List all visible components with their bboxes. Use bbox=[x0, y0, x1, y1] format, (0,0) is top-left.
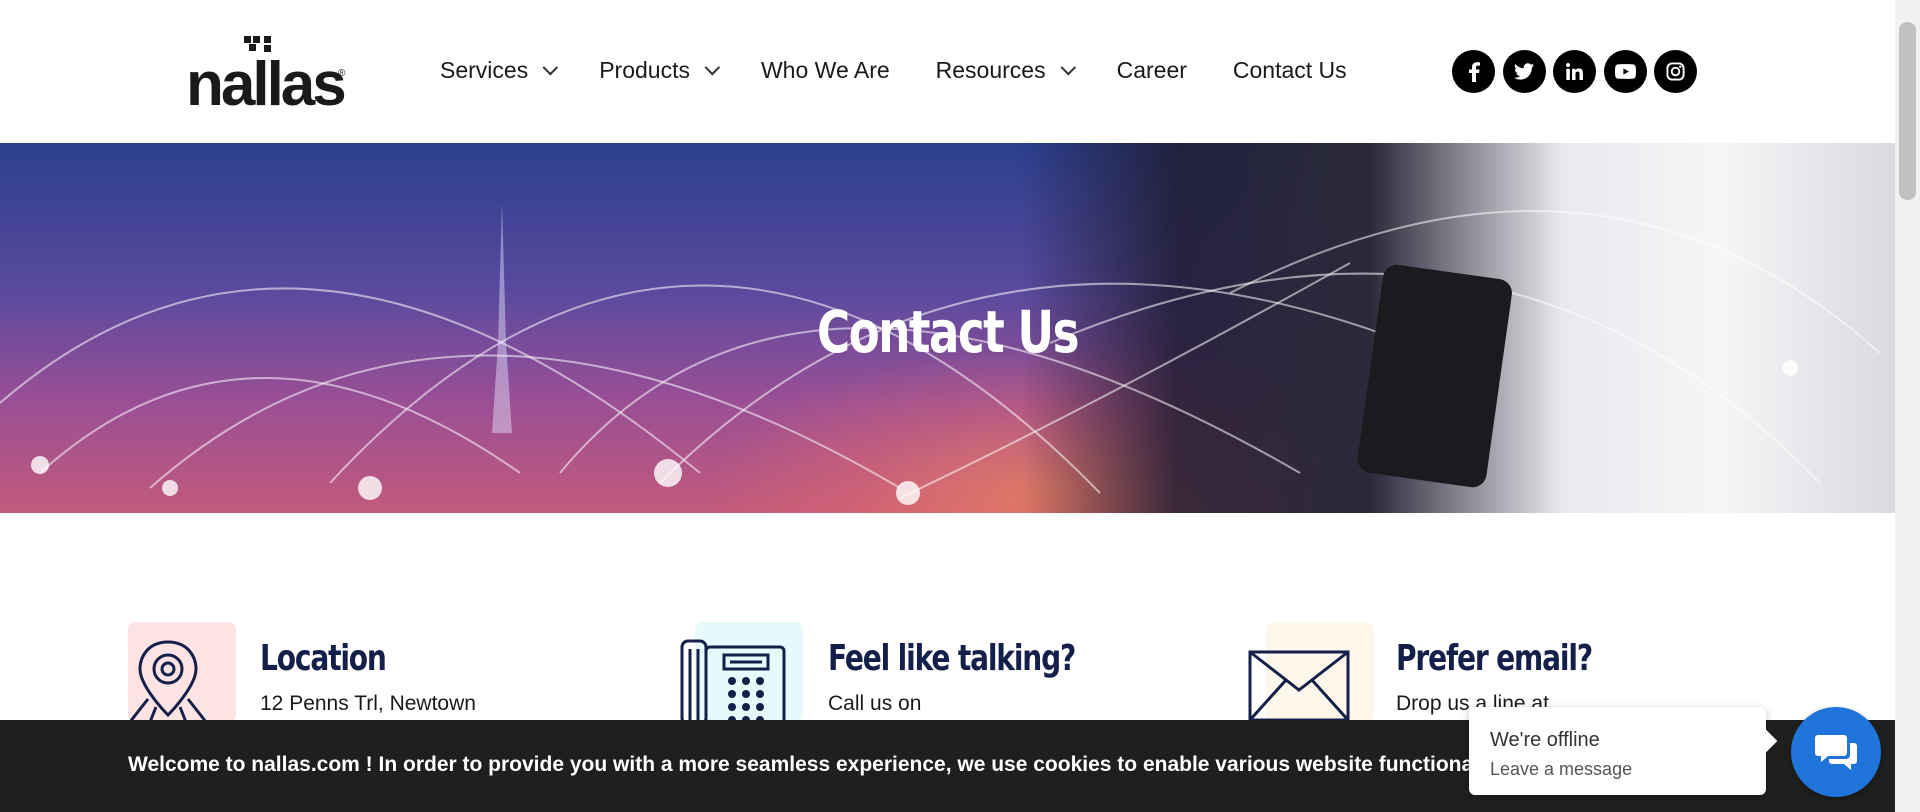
youtube-icon[interactable] bbox=[1603, 50, 1647, 93]
social-links bbox=[1452, 50, 1705, 93]
nav-label: Contact Us bbox=[1232, 57, 1347, 83]
nav-item-career[interactable]: Career bbox=[1117, 57, 1187, 84]
nav-item-products[interactable]: Products bbox=[599, 57, 721, 84]
scrollbar-thumb[interactable] bbox=[1899, 22, 1916, 200]
card-title: Feel like talking? bbox=[828, 638, 1076, 679]
hero-banner: Contact Us bbox=[0, 143, 1895, 513]
registered-mark: ® bbox=[338, 68, 346, 79]
site-header: nallas ® Services Products Who We Are Re… bbox=[0, 0, 1895, 143]
nav-label: Who We Are bbox=[760, 57, 890, 83]
nav-item-services[interactable]: Services bbox=[440, 57, 559, 84]
envelope-icon bbox=[1248, 650, 1350, 722]
instagram-icon[interactable] bbox=[1654, 50, 1697, 93]
twitter-icon[interactable] bbox=[1502, 50, 1546, 93]
contact-card-location: Location 12 Penns Trl, Newtown bbox=[124, 622, 546, 727]
chevron-down-icon bbox=[542, 59, 559, 76]
telephone-icon bbox=[680, 639, 786, 724]
card-title: Prefer email? bbox=[1396, 638, 1593, 679]
card-text: Call us on bbox=[828, 692, 922, 715]
page-title: Contact Us bbox=[817, 298, 1079, 366]
chat-status: We're offline bbox=[1490, 729, 1600, 751]
nav-item-resources[interactable]: Resources bbox=[935, 57, 1076, 84]
chat-bubbles-icon bbox=[1815, 735, 1857, 770]
logo-wordmark: nallas bbox=[186, 50, 347, 119]
nav-label: Products bbox=[599, 57, 690, 83]
card-text: 12 Penns Trl, Newtown bbox=[260, 692, 476, 715]
nav-item-who-we-are[interactable]: Who We Are bbox=[761, 57, 890, 84]
chat-launcher-button[interactable] bbox=[1791, 707, 1881, 797]
linkedin-icon[interactable] bbox=[1553, 50, 1596, 93]
cookie-message: Welcome to nallas.com ! In order to prov… bbox=[128, 753, 1508, 776]
nav-label: Career bbox=[1116, 57, 1187, 83]
card-title: Location bbox=[260, 638, 387, 679]
chat-offline-bubble[interactable]: We're offline Leave a message bbox=[1469, 707, 1766, 795]
chevron-down-icon bbox=[704, 59, 721, 76]
contact-card-phone: Feel like talking? Call us on bbox=[680, 622, 1100, 724]
cookie-message-line: Welcome to nallas.com ! In order to prov… bbox=[128, 753, 1525, 777]
chat-prompt: Leave a message bbox=[1490, 759, 1633, 779]
nav-item-contact-us[interactable]: Contact Us bbox=[1233, 57, 1347, 84]
nav-label: Resources bbox=[935, 57, 1046, 83]
main-nav: Services Products Who We Are Resources C… bbox=[440, 57, 1393, 84]
chevron-down-icon bbox=[1060, 59, 1076, 76]
page-scrollbar[interactable] bbox=[1895, 0, 1920, 812]
location-pin-icon bbox=[124, 640, 212, 727]
nav-label: Services bbox=[440, 57, 529, 83]
nallas-logo[interactable]: nallas ® bbox=[186, 36, 356, 116]
facebook-icon[interactable] bbox=[1452, 50, 1495, 93]
